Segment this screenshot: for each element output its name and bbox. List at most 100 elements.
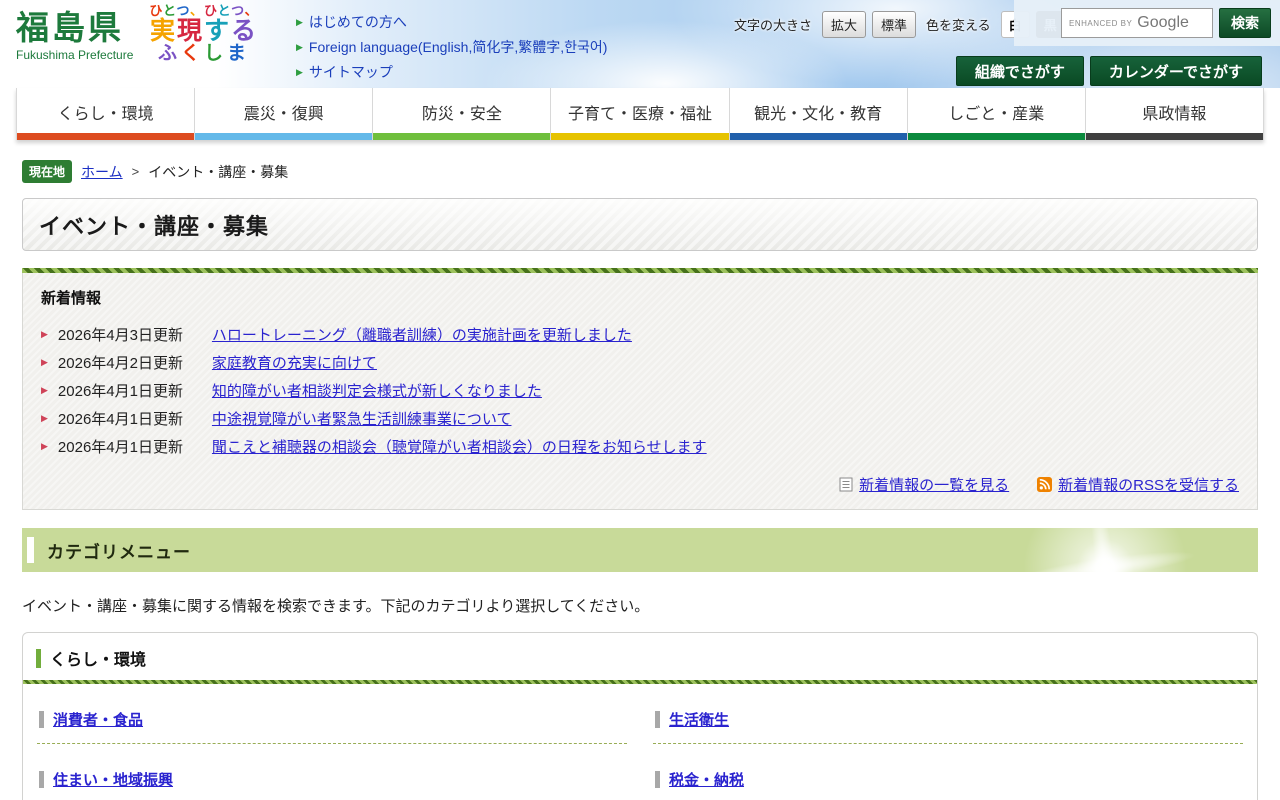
bullet-icon: ▶ (41, 412, 48, 423)
breadcrumb-home-link[interactable]: ホーム (81, 162, 123, 182)
foreign-language-link[interactable]: Foreign language(English,简化字,繁體字,한국어) (309, 37, 608, 57)
tab-underline (551, 133, 729, 140)
category-menu-banner: カテゴリメニュー (22, 528, 1258, 572)
tab-underline (17, 133, 195, 140)
item-accent-bar (39, 771, 44, 788)
banner-accent-bar (27, 537, 34, 563)
arrow-icon: ▶ (296, 66, 303, 77)
breadcrumb-current: イベント・講座・募集 (148, 163, 289, 180)
page-title: イベント・講座・募集 (39, 213, 270, 239)
prefecture-logo[interactable]: 福島県 Fukushima Prefecture (16, 9, 134, 63)
color-change-label: 色を変える (926, 18, 991, 33)
header-quick-links: ▶ はじめての方へ ▶ Foreign language(English,简化字… (296, 12, 607, 87)
nav-tab-label: 観光・文化・教育 (754, 106, 883, 123)
text-size-enlarge-button[interactable]: 拡大 (822, 11, 867, 38)
news-date: 2026年4月1日更新 (57, 410, 183, 428)
category-item[interactable]: 住まい・地域振興 (37, 744, 627, 800)
news-item: ▶ 2026年4月2日更新 家庭教育の充実に向けて (41, 348, 1239, 376)
logo-subtitle: Fukushima Prefecture (16, 48, 134, 63)
news-rss-link-row[interactable]: 新着情報のRSSを受信する (1037, 474, 1239, 495)
category-item[interactable]: 税金・納税 (653, 744, 1243, 800)
search-panel: ENHANCED BY Google 検索 (1014, 0, 1280, 46)
link-first-time[interactable]: ▶ はじめての方へ (296, 12, 607, 32)
arrow-icon: ▶ (296, 41, 303, 52)
text-size-label: 文字の大きさ (734, 18, 813, 33)
news-link[interactable]: 聞こえと補聴器の相談会（聴覚障がい者相談会）の日程をお知らせします (212, 436, 707, 457)
nav-tab-bousai[interactable]: 防災・安全 (372, 88, 551, 140)
search-by-organization-button[interactable]: 組織でさがす (955, 56, 1084, 86)
nav-tab-label: 県政情報 (1142, 106, 1207, 123)
news-link[interactable]: 中途視覚障がい者緊急生活訓練事業について (212, 408, 512, 429)
category-section-kurashi: くらし・環境 消費者・食品 生活衛生 住まい・地域振興 税金・納税 自然・ (22, 632, 1258, 800)
search-by-calendar-button[interactable]: カレンダーでさがす (1089, 56, 1262, 86)
category-link-consumer-food[interactable]: 消費者・食品 (53, 709, 143, 730)
category-menu-heading: カテゴリメニュー (47, 542, 191, 562)
news-section: 新着情報 ▶ 2026年4月3日更新 ハロートレーニング（離職者訓練）の実施計画… (22, 268, 1258, 510)
news-link[interactable]: 家庭教育の充実に向けて (212, 352, 377, 373)
item-accent-bar (655, 771, 660, 788)
news-footer-links: 新着情報の一覧を見る 新着情報のRSSを受信する (41, 474, 1239, 495)
link-foreign-language[interactable]: ▶ Foreign language(English,简化字,繁體字,한국어) (296, 37, 607, 57)
nav-tab-shinsai[interactable]: 震災・復興 (194, 88, 373, 140)
category-item[interactable]: 生活衛生 (653, 684, 1243, 744)
bullet-icon: ▶ (41, 384, 48, 395)
breadcrumb: 現在地 ホーム > イベント・講座・募集 (22, 160, 1258, 183)
category-link-hygiene[interactable]: 生活衛生 (669, 709, 729, 730)
nav-tab-label: くらし・環境 (57, 106, 154, 123)
news-date: 2026年4月2日更新 (57, 354, 183, 372)
news-date: 2026年4月1日更新 (57, 382, 183, 400)
search-button[interactable]: 検索 (1219, 8, 1271, 38)
category-item[interactable]: 消費者・食品 (37, 684, 627, 744)
news-heading: 新着情報 (41, 290, 102, 307)
nav-tab-label: 防災・安全 (421, 106, 502, 123)
category-links-grid: 消費者・食品 生活衛生 住まい・地域振興 税金・納税 自然・環境 動物・ペット (23, 684, 1257, 800)
bullet-icon: ▶ (41, 440, 48, 451)
news-item: ▶ 2026年4月3日更新 ハロートレーニング（離職者訓練）の実施計画を更新しま… (41, 320, 1239, 348)
news-item: ▶ 2026年4月1日更新 中途視覚障がい者緊急生活訓練事業について (41, 404, 1239, 432)
tab-underline (373, 133, 551, 140)
category-menu-description: イベント・講座・募集に関する情報を検索できます。下記のカテゴリより選択してくださ… (22, 598, 650, 615)
tab-underline (195, 133, 373, 140)
nav-tab-kurashi[interactable]: くらし・環境 (16, 88, 195, 140)
global-navigation: くらし・環境 震災・復興 防災・安全 子育て・医療・福祉 観光・文化・教育 しご… (16, 88, 1264, 140)
item-accent-bar (655, 711, 660, 728)
site-search-input[interactable] (1061, 8, 1213, 38)
nav-tab-kosodate[interactable]: 子育て・医療・福祉 (550, 88, 729, 140)
news-link[interactable]: ハロートレーニング（離職者訓練）の実施計画を更新しました (212, 324, 632, 345)
section-title: くらし・環境 (50, 652, 147, 669)
nav-tab-label: 震災・復興 (243, 106, 324, 123)
list-icon (839, 477, 853, 492)
nav-tab-kensei[interactable]: 県政情報 (1084, 88, 1264, 140)
logo-title: 福島県 (16, 9, 124, 46)
category-link-tax[interactable]: 税金・納税 (669, 769, 744, 790)
site-header: 福島県 Fukushima Prefecture ひとつ、ひとつ、 実現する ふくし… (0, 0, 1280, 88)
news-rss-link[interactable]: 新着情報のRSSを受信する (1058, 474, 1239, 495)
news-item: ▶ 2026年4月1日更新 知的障がい者相談判定会様式が新しくなりました (41, 376, 1239, 404)
news-link[interactable]: 知的障がい者相談判定会様式が新しくなりました (212, 380, 542, 401)
nav-tab-kankou[interactable]: 観光・文化・教育 (728, 88, 907, 140)
arrow-icon: ▶ (296, 16, 303, 27)
sitemap-link[interactable]: サイトマップ (309, 62, 393, 82)
text-size-standard-button[interactable]: 標準 (872, 11, 917, 38)
lens-flare-decoration (960, 528, 1236, 572)
breadcrumb-separator: > (131, 164, 140, 179)
news-date: 2026年4月1日更新 (57, 438, 183, 456)
news-date: 2026年4月3日更新 (57, 326, 183, 344)
nav-tab-label: 子育て・医療・福祉 (567, 106, 712, 123)
tab-underline (1085, 133, 1263, 140)
nav-tab-shigoto[interactable]: しごと・産業 (906, 88, 1085, 140)
fukushima-brand-mark: ひとつ、ひとつ、 実現する ふくしま (149, 3, 259, 64)
current-location-badge: 現在地 (22, 160, 73, 183)
nav-tab-label: しごと・産業 (948, 106, 1045, 123)
bullet-icon: ▶ (41, 328, 48, 339)
main-content: 現在地 ホーム > イベント・講座・募集 イベント・講座・募集 新着情報 ▶ 2… (0, 160, 1280, 800)
news-list-link-row[interactable]: 新着情報の一覧を見る (839, 474, 1009, 495)
item-accent-bar (39, 711, 44, 728)
section-accent-bar (36, 648, 41, 668)
category-link-housing[interactable]: 住まい・地域振興 (53, 769, 173, 790)
rss-icon (1037, 477, 1053, 492)
bullet-icon: ▶ (41, 356, 48, 367)
link-sitemap[interactable]: ▶ サイトマップ (296, 62, 607, 82)
news-list-link[interactable]: 新着情報の一覧を見る (859, 474, 1009, 495)
first-time-link[interactable]: はじめての方へ (309, 12, 407, 32)
